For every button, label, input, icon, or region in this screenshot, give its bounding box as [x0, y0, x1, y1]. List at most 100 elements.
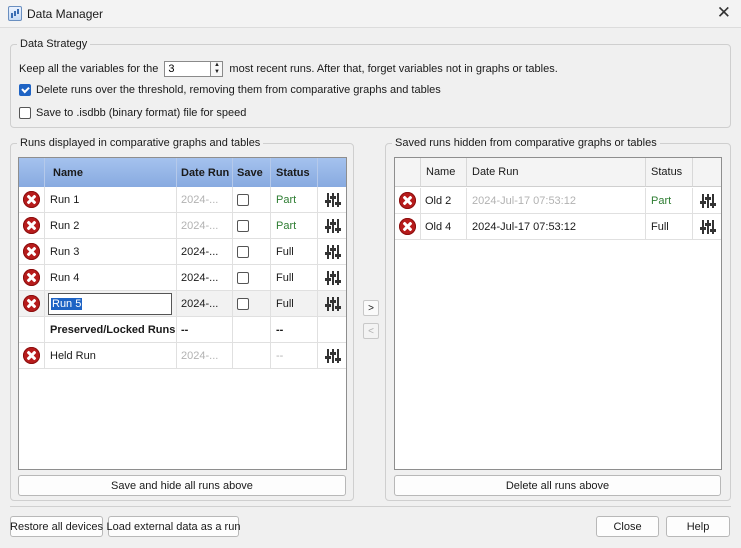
sliders-icon[interactable] [699, 219, 716, 234]
saved-run-name[interactable]: Old 4 [421, 214, 467, 240]
save-binary-row[interactable]: Save to .isdbb (binary format) file for … [19, 107, 246, 119]
run-name-selected-text[interactable]: Run 5 [51, 297, 83, 310]
run-settings-cell[interactable] [318, 291, 346, 317]
preserved-runs-label[interactable]: Preserved/Locked Runs... [45, 317, 177, 343]
header-save[interactable]: Save [233, 158, 271, 187]
preserved-runs-row[interactable]: Preserved/Locked Runs... -- -- [19, 317, 346, 343]
run-name-edit-cell[interactable]: Run 5 [45, 291, 177, 317]
delete-run-cell[interactable] [19, 239, 45, 265]
load-external-data-button[interactable]: Load external data as a run [107, 516, 240, 537]
spin-up-icon[interactable]: ▲ [211, 62, 222, 69]
displayed-runs-table[interactable]: Name Date Run Save Status Run 1 2024-...… [18, 157, 347, 470]
run-name[interactable]: Run 3 [45, 239, 177, 265]
run-save-cell[interactable] [233, 187, 271, 213]
window-close-icon[interactable]: ✕ [717, 4, 731, 22]
run-settings-cell[interactable] [318, 187, 346, 213]
move-right-button[interactable]: > [363, 300, 379, 316]
header-actions-col [693, 158, 721, 187]
sliders-icon[interactable] [324, 296, 341, 311]
saved-run-name[interactable]: Old 2 [421, 188, 467, 214]
table-row[interactable]: Run 2 2024-... Part [19, 213, 346, 239]
delete-run-cell[interactable] [19, 265, 45, 291]
header-status[interactable]: Status [646, 158, 693, 187]
table-row[interactable]: Old 4 2024-Jul-17 07:53:12 Full [395, 214, 721, 240]
help-button[interactable]: Help [666, 516, 730, 537]
title-bar: Data Manager ✕ [0, 0, 741, 28]
delete-run-cell[interactable] [395, 214, 421, 240]
save-checkbox[interactable] [237, 271, 249, 284]
keep-runs-stepper[interactable]: ▲ ▼ [164, 61, 224, 77]
restore-devices-button[interactable]: Restore all devices [10, 516, 103, 537]
table-row[interactable]: Run 5 2024-... Full [19, 291, 346, 317]
delete-runs-label: Delete runs over the threshold, removing… [36, 84, 441, 96]
sliders-icon[interactable] [324, 270, 341, 285]
run-name[interactable]: Run 1 [45, 187, 177, 213]
run-settings-cell[interactable] [318, 265, 346, 291]
header-status[interactable]: Status [271, 158, 318, 187]
header-name[interactable]: Name [45, 158, 177, 187]
run-name[interactable]: Run 4 [45, 265, 177, 291]
run-settings-cell[interactable] [318, 239, 346, 265]
run-save-cell[interactable] [233, 213, 271, 239]
run-settings-cell[interactable] [693, 214, 721, 240]
table-row[interactable]: Held Run 2024-... -- [19, 343, 346, 369]
header-actions-col [318, 158, 346, 187]
save-checkbox[interactable] [237, 297, 249, 310]
save-binary-checkbox[interactable] [19, 107, 31, 119]
save-checkbox[interactable] [237, 245, 249, 258]
keep-runs-input[interactable] [164, 61, 211, 77]
save-checkbox[interactable] [237, 219, 249, 232]
delete-icon[interactable] [23, 243, 40, 260]
delete-icon[interactable] [23, 269, 40, 286]
held-run-name[interactable]: Held Run [45, 343, 177, 369]
delete-all-runs-button[interactable]: Delete all runs above [394, 475, 721, 496]
sliders-icon[interactable] [324, 348, 341, 363]
header-icon-col [395, 158, 421, 187]
delete-run-cell[interactable] [19, 343, 45, 369]
run-save-cell[interactable] [233, 239, 271, 265]
save-and-hide-button[interactable]: Save and hide all runs above [18, 475, 346, 496]
sliders-icon[interactable] [699, 193, 716, 208]
sliders-icon[interactable] [324, 218, 341, 233]
run-save-cell[interactable] [233, 291, 271, 317]
table-row[interactable]: Run 1 2024-... Part [19, 187, 346, 213]
header-name[interactable]: Name [421, 158, 467, 187]
delete-icon[interactable] [23, 191, 40, 208]
delete-icon[interactable] [23, 295, 40, 312]
run-save-cell[interactable] [233, 265, 271, 291]
table-row[interactable]: Run 4 2024-... Full [19, 265, 346, 291]
delete-icon[interactable] [399, 192, 416, 209]
save-checkbox[interactable] [237, 193, 249, 206]
sliders-icon[interactable] [324, 244, 341, 259]
run-settings-cell[interactable] [318, 343, 346, 369]
delete-run-cell[interactable] [19, 291, 45, 317]
close-button[interactable]: Close [596, 516, 659, 537]
spin-down-icon[interactable]: ▼ [211, 69, 222, 76]
saved-run-date: 2024-Jul-17 07:53:12 [467, 188, 646, 214]
move-left-button[interactable]: < [363, 323, 379, 339]
delete-run-cell[interactable] [19, 213, 45, 239]
header-date-run[interactable]: Date Run [467, 158, 646, 187]
run-name[interactable]: Run 2 [45, 213, 177, 239]
held-run-save-cell [233, 343, 271, 369]
keep-runs-spin-buttons[interactable]: ▲ ▼ [210, 61, 224, 77]
table-row[interactable]: Run 3 2024-... Full [19, 239, 346, 265]
preserved-status: -- [271, 317, 318, 343]
saved-run-status: Part [646, 188, 693, 214]
run-name-editor[interactable]: Run 5 [48, 292, 172, 315]
delete-run-cell[interactable] [395, 188, 421, 214]
data-strategy-legend: Data Strategy [17, 38, 91, 50]
delete-icon[interactable] [23, 347, 40, 364]
footer-separator [10, 506, 731, 507]
run-settings-cell[interactable] [318, 213, 346, 239]
delete-runs-row[interactable]: Delete runs over the threshold, removing… [19, 84, 441, 96]
delete-icon[interactable] [399, 218, 416, 235]
delete-icon[interactable] [23, 217, 40, 234]
delete-run-cell[interactable] [19, 187, 45, 213]
header-date-run[interactable]: Date Run [177, 158, 233, 187]
sliders-icon[interactable] [324, 192, 341, 207]
run-settings-cell[interactable] [693, 188, 721, 214]
saved-runs-table[interactable]: Name Date Run Status Old 2 2024-Jul-17 0… [394, 157, 722, 470]
table-row[interactable]: Old 2 2024-Jul-17 07:53:12 Part [395, 188, 721, 214]
delete-runs-checkbox[interactable] [19, 84, 31, 96]
